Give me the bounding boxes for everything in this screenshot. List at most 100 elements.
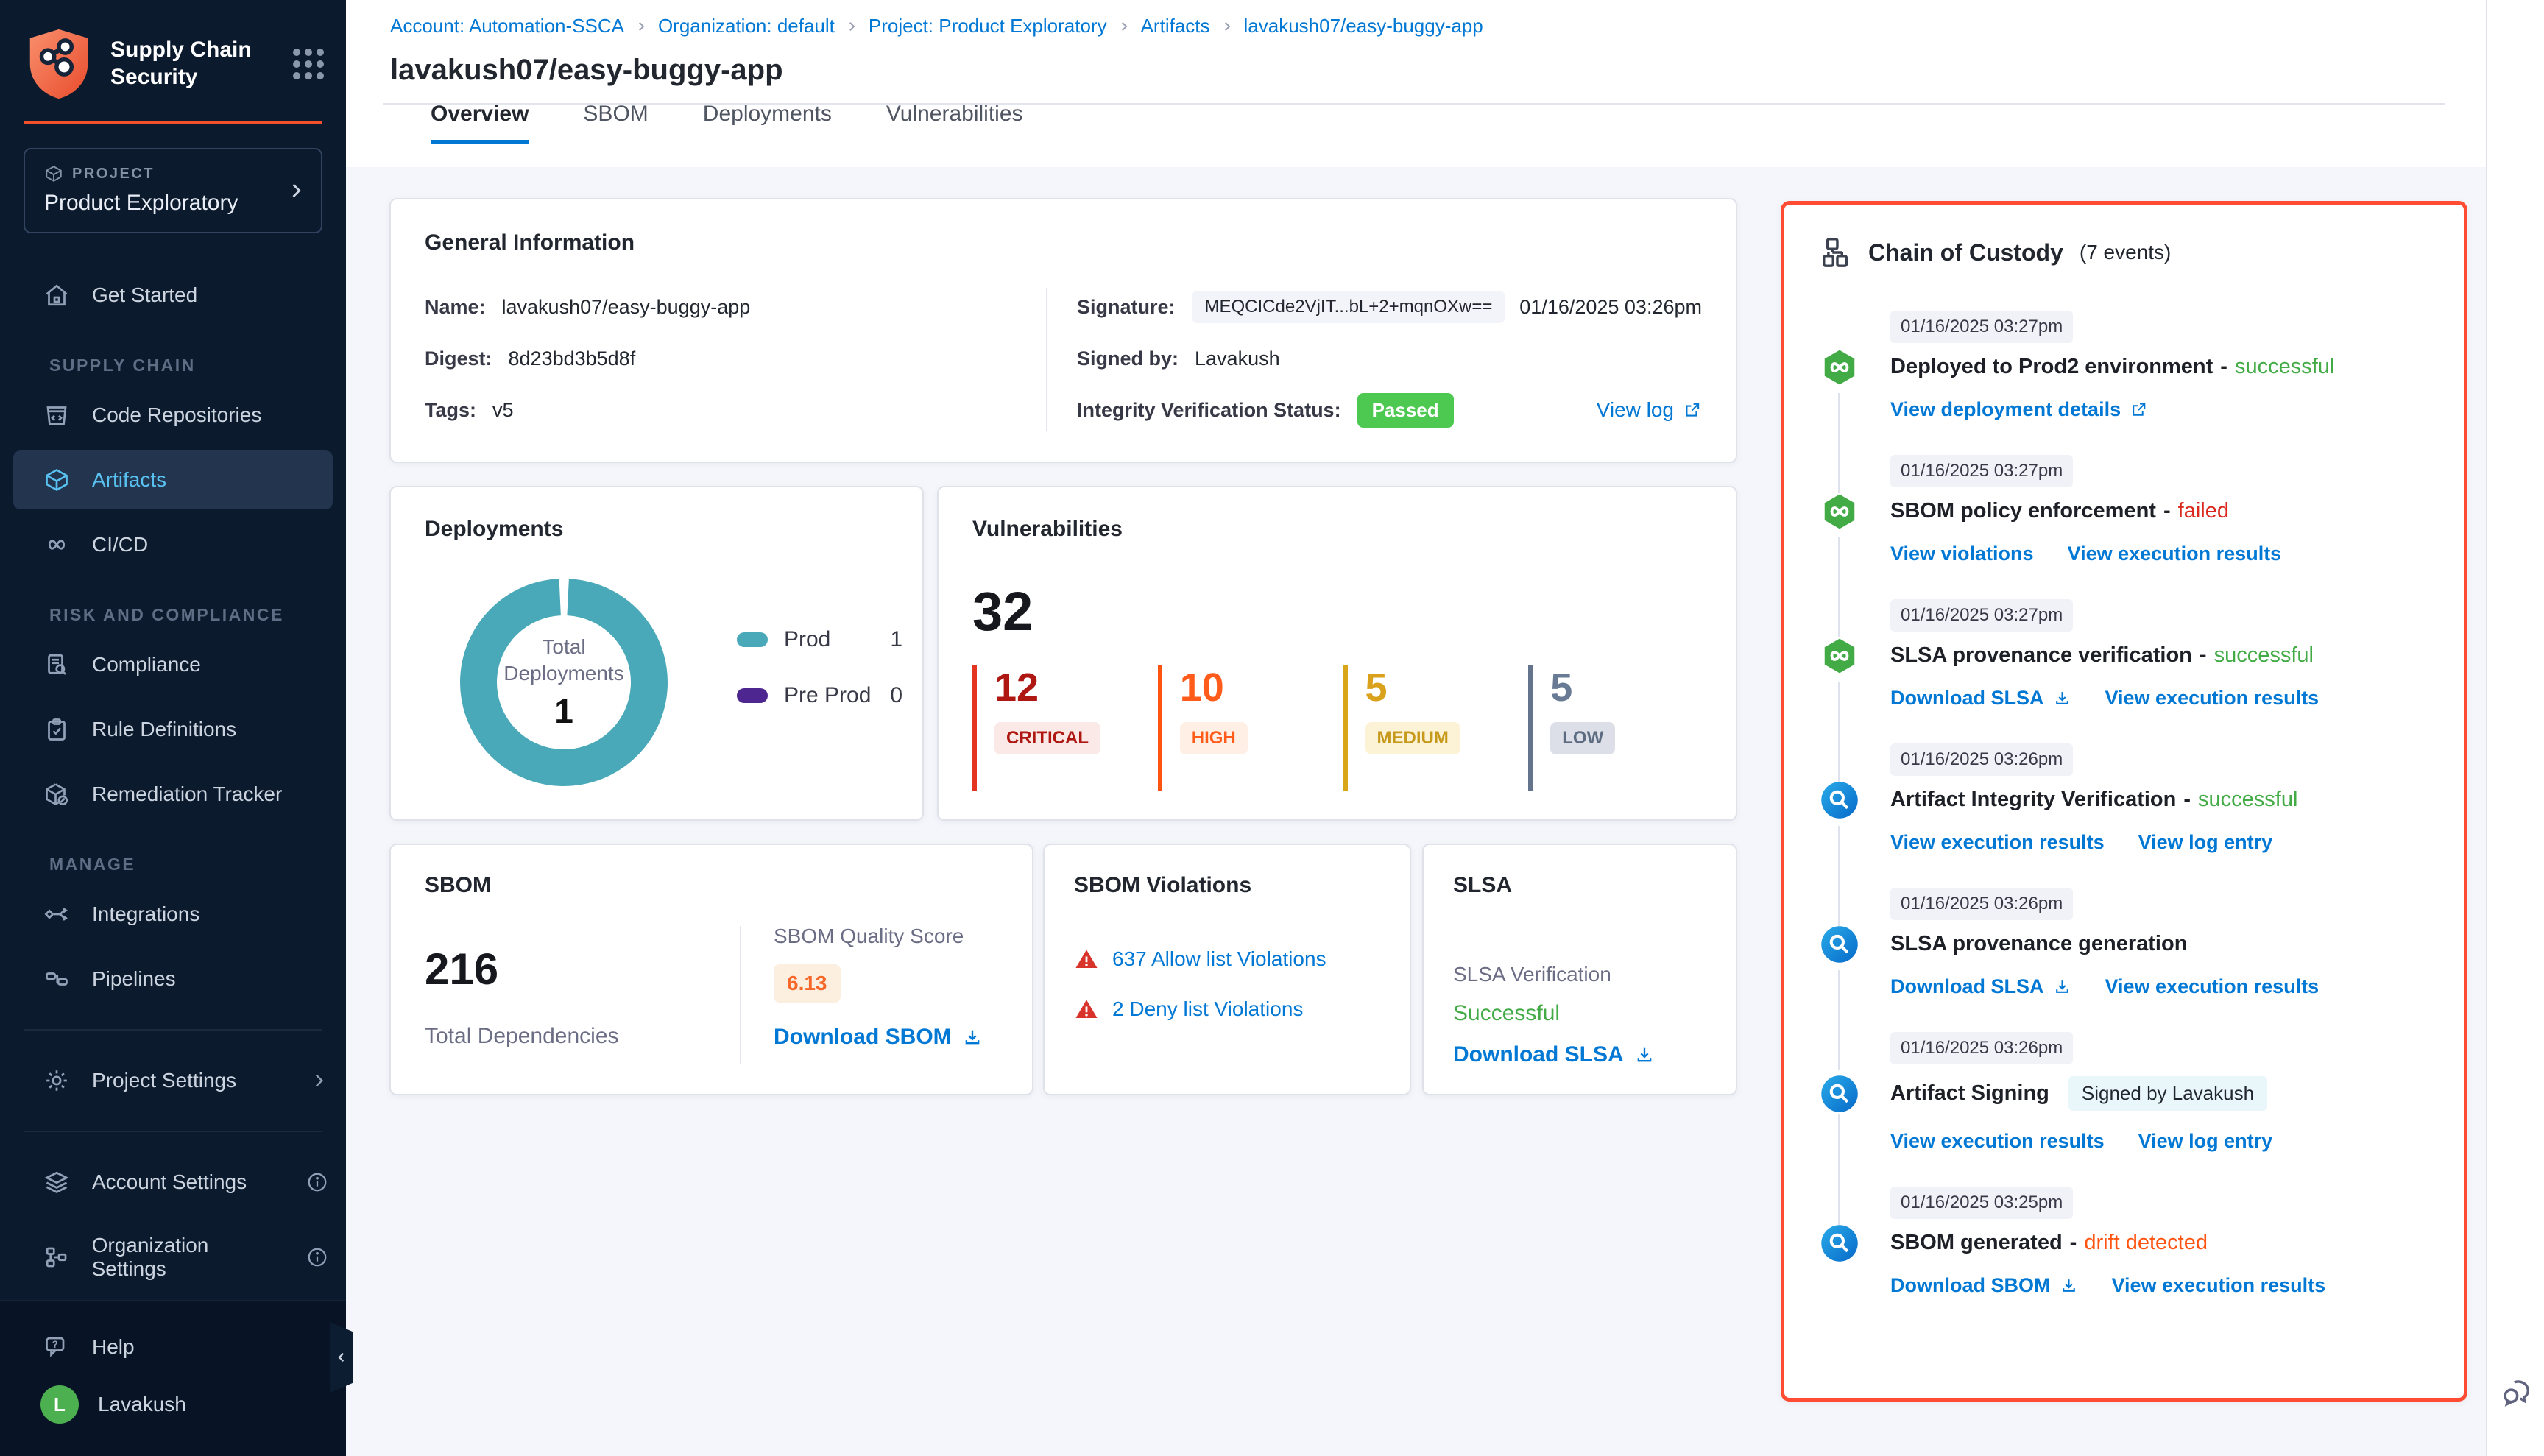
sbom-quality-score-value: 6.13 [774, 964, 841, 1003]
breadcrumb-artifacts[interactable]: Artifacts [1141, 15, 1210, 38]
sidebar-item-cicd[interactable]: CI/CD [0, 515, 346, 574]
event-title: Artifact Signing [1890, 1081, 2049, 1106]
sidebar-item-integrations[interactable]: Integrations [0, 885, 346, 944]
custody-timeline: 01/16/2025 03:27pm Deployed to Prod2 env… [1820, 311, 2434, 1331]
event-timestamp: 01/16/2025 03:26pm [1890, 743, 2073, 776]
tab-sbom[interactable]: SBOM [583, 102, 648, 144]
allow-list-violations-link[interactable]: 637 Allow list Violations [1074, 947, 1380, 972]
download-slsa-label: Download SLSA [1453, 1042, 1624, 1067]
sidebar-item-remediation-tracker[interactable]: Remediation Tracker [0, 765, 346, 824]
download-sbom-label: Download SBOM [774, 1025, 952, 1050]
project-label: PROJECT [72, 166, 155, 183]
integrations-icon [40, 901, 73, 927]
breadcrumb-current[interactable]: lavakush07/easy-buggy-app [1244, 15, 1483, 38]
view-execution-results-link[interactable]: View execution results [2068, 543, 2282, 565]
link-label: Download SLSA [1890, 687, 2044, 710]
view-log-link[interactable]: View log [1597, 398, 1702, 422]
sidebar-item-artifacts[interactable]: Artifacts [13, 450, 333, 509]
download-sbom-link[interactable]: Download SBOM [774, 1025, 983, 1050]
feedback-chat-icon[interactable] [2498, 1374, 2536, 1412]
sidebar-item-pipelines[interactable]: Pipelines [0, 950, 346, 1008]
sidebar-item-compliance[interactable]: Compliance [0, 635, 346, 694]
remediation-cube-icon [40, 781, 73, 807]
event-status: failed [2178, 499, 2229, 523]
project-name: Product Exploratory [44, 191, 277, 216]
deny-list-violations-link[interactable]: 2 Deny list Violations [1074, 997, 1380, 1022]
breadcrumb-project[interactable]: Project: Product Exploratory [869, 15, 1107, 38]
download-slsa-link[interactable]: Download SLSA [1453, 1042, 1706, 1067]
download-icon [2053, 978, 2071, 996]
home-icon [40, 282, 73, 308]
deployments-donut-chart: Total Deployments 1 [457, 576, 671, 789]
user-menu[interactable]: L Lavakush [0, 1377, 346, 1440]
help-chat-icon: ? [40, 1334, 73, 1360]
deployments-card: Deployments Total Deployments 1 Prod 1 [389, 486, 924, 821]
help-button[interactable]: ? Help [0, 1318, 346, 1377]
tab-vulnerabilities[interactable]: Vulnerabilities [886, 102, 1023, 144]
external-link-icon [1683, 400, 1702, 420]
download-slsa-link[interactable]: Download SLSA [1890, 687, 2071, 710]
tab-deployments[interactable]: Deployments [703, 102, 832, 144]
event-timestamp: 01/16/2025 03:27pm [1890, 599, 2073, 632]
breadcrumb-organization[interactable]: Organization: default [658, 15, 835, 38]
scan-step-icon [1820, 1223, 1859, 1263]
scan-step-icon [1820, 780, 1859, 820]
page-title: lavakush07/easy-buggy-app [390, 54, 2486, 87]
legend-item-pre-prod: Pre Prod 0 [737, 683, 902, 708]
sidebar-item-project-settings[interactable]: Project Settings [0, 1051, 346, 1110]
chevron-right-icon [845, 20, 858, 33]
download-icon [2053, 689, 2071, 707]
sidebar-item-code-repositories[interactable]: Code Repositories [0, 386, 346, 445]
sidebar-item-label: Project Settings [92, 1069, 236, 1092]
download-icon [2060, 1276, 2078, 1295]
link-label: View execution results [2105, 975, 2319, 998]
legend-label: Prod [784, 627, 830, 652]
signature-value[interactable]: MEQCICde2VjIT...bL+2+mqnOXw== [1192, 291, 1506, 323]
sidebar-item-rule-definitions[interactable]: Rule Definitions [0, 700, 346, 759]
event-timestamp: 01/16/2025 03:27pm [1890, 455, 2073, 487]
severity-count: 5 [1550, 665, 1714, 710]
chevron-right-icon [635, 20, 648, 33]
link-label: Download SLSA [1890, 975, 2044, 998]
sidebar-item-account-settings[interactable]: Account Settings [0, 1153, 346, 1212]
artifact-name-value: lavakush07/easy-buggy-app [502, 296, 751, 319]
artifact-box-icon [40, 467, 73, 493]
event-title: SBOM policy enforcement [1890, 499, 2156, 523]
view-execution-results-link[interactable]: View execution results [1890, 1130, 2105, 1153]
scan-step-icon [1820, 1074, 1859, 1114]
view-execution-results-link[interactable]: View execution results [1890, 831, 2105, 854]
app-grid-icon[interactable] [293, 49, 324, 79]
custody-event: 01/16/2025 03:27pm Deployed to Prod2 env… [1820, 311, 2434, 455]
sidebar-item-label: Artifacts [92, 468, 166, 492]
link-label: View violations [1890, 543, 2034, 565]
sidebar-item-label: Compliance [92, 653, 201, 676]
view-log-entry-link[interactable]: View log entry [2138, 831, 2273, 854]
sidebar-collapse-button[interactable] [330, 1322, 353, 1393]
right-rail [2486, 0, 2544, 1456]
chain-events-count: (7 events) [2080, 241, 2172, 264]
view-deployment-details-link[interactable]: View deployment details [1890, 398, 2148, 421]
event-status: drift detected [2084, 1231, 2208, 1255]
view-execution-results-link[interactable]: View execution results [2105, 687, 2319, 710]
breadcrumb-account[interactable]: Account: Automation-SSCA [390, 15, 624, 38]
view-execution-results-link[interactable]: View execution results [2105, 975, 2319, 998]
slsa-verification-label: SLSA Verification [1453, 963, 1706, 986]
sbom-quality-score-label: SBOM Quality Score [774, 925, 983, 948]
tab-overview[interactable]: Overview [431, 102, 529, 144]
sidebar-item-get-started[interactable]: Get Started [0, 266, 346, 325]
separator: - [2200, 643, 2207, 668]
download-slsa-link[interactable]: Download SLSA [1890, 975, 2071, 998]
severity-badge: CRITICAL [994, 722, 1100, 754]
sidebar-item-organization-settings[interactable]: Organization Settings [0, 1218, 346, 1297]
warning-icon [1074, 997, 1099, 1022]
custody-event: 01/16/2025 03:27pm SBOM policy enforceme… [1820, 455, 2434, 599]
view-violations-link[interactable]: View violations [1890, 543, 2034, 565]
download-sbom-link[interactable]: Download SBOM [1890, 1274, 2078, 1297]
view-execution-results-link[interactable]: View execution results [2112, 1274, 2326, 1297]
brand: Supply Chain Security [0, 0, 346, 102]
sidebar: Supply Chain Security PROJECT Product Ex… [0, 0, 346, 1456]
tags-value: v5 [492, 399, 514, 422]
view-log-entry-link[interactable]: View log entry [2138, 1130, 2273, 1153]
legend-dot-prod [737, 632, 768, 647]
project-selector[interactable]: PROJECT Product Exploratory [24, 148, 322, 233]
